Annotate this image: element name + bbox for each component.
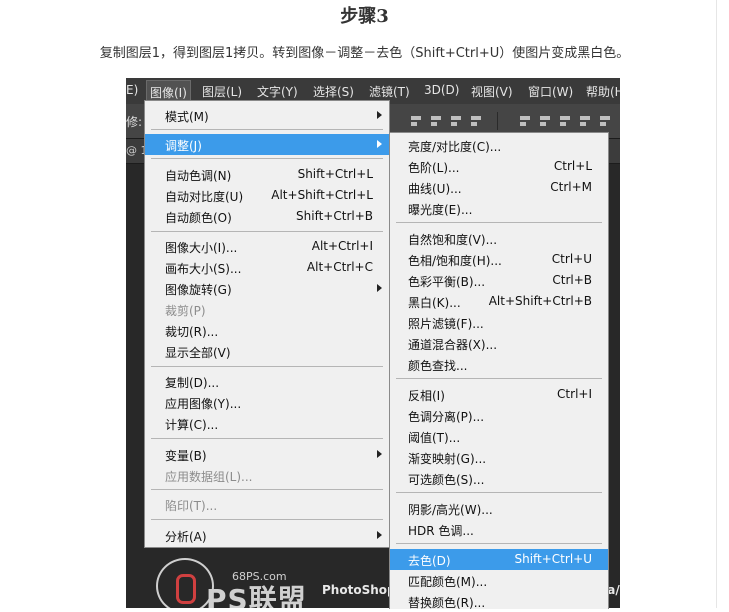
menu-separator	[151, 231, 383, 232]
menu-separator	[151, 438, 383, 439]
image-menu-item-calculations[interactable]: 计算(C)...	[145, 413, 389, 434]
menu-select[interactable]: 选择(S)	[313, 83, 354, 100]
image-menu-item-trap: 陷印(T)...	[165, 499, 218, 513]
adjust-item-posterize[interactable]: 色调分离(P)...	[390, 405, 608, 426]
image-menu-item-variables[interactable]: 变量(B)	[145, 444, 389, 465]
adjust-item-color-balance[interactable]: 色彩平衡(B)... Ctrl+B	[390, 270, 608, 291]
distribute-icon[interactable]	[538, 114, 552, 128]
adjust-item-levels[interactable]: 色阶(L)... Ctrl+L	[390, 156, 608, 177]
distribute-icon[interactable]	[518, 114, 532, 128]
adjust-item-desaturate[interactable]: 去色(D) Shift+Ctrl+U	[390, 549, 608, 570]
menu-separator	[396, 543, 602, 544]
menu-window[interactable]: 窗口(W)	[528, 83, 573, 100]
adjust-item-black-white[interactable]: 黑白(K)... Alt+Shift+Ctrl+B	[390, 291, 608, 312]
image-menu-item-analysis[interactable]: 分析(A)	[145, 525, 389, 546]
menu-help[interactable]: 帮助(H)	[586, 83, 620, 100]
menu-type[interactable]: 文字(Y)	[257, 83, 298, 100]
menu-separator	[151, 129, 383, 130]
menu-separator	[151, 489, 383, 490]
submenu-arrow-icon	[377, 450, 382, 458]
align-icon[interactable]	[469, 114, 483, 128]
adjust-item-photo-filter[interactable]: 照片滤镜(F)...	[390, 312, 608, 333]
align-icon[interactable]	[429, 114, 443, 128]
image-menu-item-mode[interactable]: 模式(M)	[145, 105, 389, 126]
distribute-icon[interactable]	[598, 114, 612, 128]
menu-separator	[151, 158, 383, 159]
menu-view[interactable]: 视图(V)	[471, 83, 513, 100]
adjust-item-invert[interactable]: 反相(I) Ctrl+I	[390, 384, 608, 405]
image-menu-item-crop: 裁剪(P)	[165, 304, 206, 318]
submenu-arrow-icon	[377, 284, 382, 292]
image-menu-item-image-size[interactable]: 图像大小(I)... Alt+Ctrl+I	[145, 236, 389, 257]
step-description: 复制图层1，得到图层1拷贝。转到图像－调整－去色（Shift+Ctrl+U）使图…	[99, 46, 630, 61]
adjust-item-brightness-contrast[interactable]: 亮度/对比度(C)...	[390, 135, 608, 156]
image-menu-item-auto-color[interactable]: 自动颜色(O) Shift+Ctrl+B	[145, 206, 389, 227]
options-label: 修:	[126, 115, 143, 129]
toolbar-divider	[497, 112, 498, 130]
image-menu-item-reveal-all[interactable]: 显示全部(V)	[145, 341, 389, 362]
menu-filter[interactable]: 滤镜(T)	[369, 83, 410, 100]
step-title: 步骤3	[340, 6, 389, 27]
adjust-item-exposure[interactable]: 曝光度(E)...	[390, 198, 608, 219]
adjust-item-threshold[interactable]: 阈值(T)...	[390, 426, 608, 447]
adjust-item-replace-color[interactable]: 替换颜色(R)...	[390, 591, 608, 612]
image-menu-item-apply-image[interactable]: 应用图像(Y)...	[145, 392, 389, 413]
page-right-border	[716, 0, 717, 608]
adjust-item-vibrance[interactable]: 自然饱和度(V)...	[390, 228, 608, 249]
site-watermark: 68PS.com	[232, 570, 287, 583]
image-menu-item-duplicate[interactable]: 复制(D)...	[145, 371, 389, 392]
image-menu-item-auto-contrast[interactable]: 自动对比度(U) Alt+Shift+Ctrl+L	[145, 185, 389, 206]
adjust-item-gradient-map[interactable]: 渐变映射(G)...	[390, 447, 608, 468]
menu-3d[interactable]: 3D(D)	[424, 83, 459, 97]
menu-separator	[396, 492, 602, 493]
menu-separator	[151, 366, 383, 367]
submenu-arrow-icon	[377, 111, 382, 119]
adjust-item-match-color[interactable]: 匹配颜色(M)...	[390, 570, 608, 591]
menu-separator	[151, 519, 383, 520]
menu-edit[interactable]: E)	[126, 83, 138, 97]
image-menu-item-apply-data-set: 应用数据组(L)...	[165, 470, 253, 484]
distribute-icon[interactable]	[558, 114, 572, 128]
adjust-item-shadows-highlights[interactable]: 阴影/高光(W)...	[390, 498, 608, 519]
submenu-arrow-icon	[377, 140, 382, 148]
align-icon[interactable]	[449, 114, 463, 128]
adjust-item-hue-saturation[interactable]: 色相/饱和度(H)... Ctrl+U	[390, 249, 608, 270]
image-menu-item-trim[interactable]: 裁切(R)...	[145, 320, 389, 341]
menu-separator	[396, 378, 602, 379]
adjust-item-channel-mixer[interactable]: 通道混合器(X)...	[390, 333, 608, 354]
adjust-item-curves[interactable]: 曲线(U)... Ctrl+M	[390, 177, 608, 198]
align-icon[interactable]	[409, 114, 423, 128]
image-menu-item-canvas-size[interactable]: 画布大小(S)... Alt+Ctrl+C	[145, 257, 389, 278]
image-menu-item-adjust[interactable]: 调整(J)	[145, 134, 389, 155]
adjust-item-hdr-toning[interactable]: HDR 色调...	[390, 519, 608, 540]
adjustments-submenu: 亮度/对比度(C)... 色阶(L)... Ctrl+L 曲线(U)... Ctrl…	[389, 132, 609, 612]
adjust-item-selective-color[interactable]: 可选颜色(S)...	[390, 468, 608, 489]
image-menu-item-auto-tone[interactable]: 自动色调(N) Shift+Ctrl+L	[145, 164, 389, 185]
menu-separator	[396, 222, 602, 223]
menu-layer[interactable]: 图层(L)	[202, 83, 242, 100]
submenu-arrow-icon	[377, 531, 382, 539]
image-menu: 模式(M) 调整(J) 自动色调(N) Shift+Ctrl+L 自动对比度(U)…	[144, 100, 390, 548]
adjust-item-color-lookup[interactable]: 颜色查找...	[390, 354, 608, 375]
image-menu-item-rotation[interactable]: 图像旋转(G)	[145, 278, 389, 299]
distribute-icon[interactable]	[578, 114, 592, 128]
